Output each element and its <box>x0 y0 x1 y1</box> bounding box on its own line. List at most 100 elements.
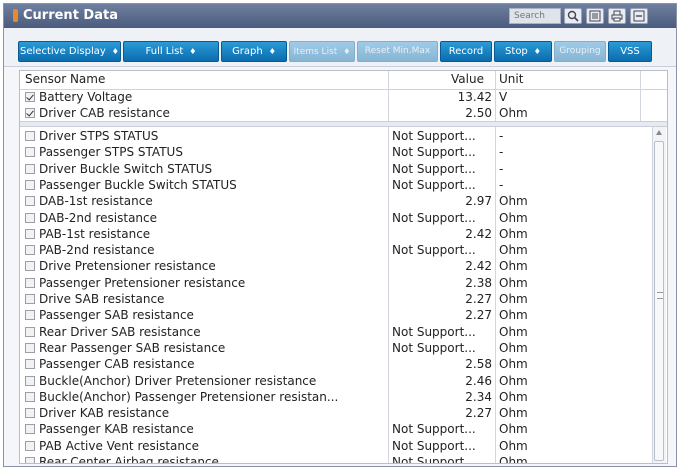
sensor-unit: Ohm <box>499 406 528 421</box>
row-checkbox[interactable] <box>25 457 35 463</box>
table-row[interactable]: Rear Center Airbag resistance Not Support… <box>20 454 653 464</box>
table-row[interactable]: Driver Buckle Switch STATUS Not Support..… <box>20 161 653 177</box>
row-checkbox[interactable] <box>25 131 35 141</box>
sensor-value: 2.50 <box>465 106 492 121</box>
sensor-name: Passenger Buckle Switch STATUS <box>39 177 237 192</box>
table-row[interactable]: Passenger Pretensioner resistance 2.38 Ohm <box>20 275 653 291</box>
print-icon[interactable] <box>608 8 626 24</box>
row-checkbox[interactable] <box>25 163 35 174</box>
sensor-name: Rear Center Airbag resistance <box>39 455 219 464</box>
sensor-unit: Ohm <box>499 243 528 258</box>
scrollbar-thumb[interactable] <box>654 141 664 461</box>
row-checkbox[interactable] <box>25 277 35 288</box>
row-checkbox[interactable] <box>25 310 35 321</box>
table-row[interactable]: DAB-1st resistance 2.97 Ohm <box>20 193 653 209</box>
sensor-name: PAB Active Vent resistance <box>39 438 199 453</box>
toolbar: Selective Display ♦ Full List ♦ Graph ♦ Ite… <box>4 28 676 67</box>
sensor-name: Buckle(Anchor) Driver Pretensioner resis… <box>39 373 317 388</box>
sensor-data-table: Sensor Name Value Unit Battery Voltage 13… <box>19 70 668 464</box>
list-view-icon[interactable] <box>586 8 604 24</box>
selective-display-button[interactable]: Selective Display ♦ <box>18 41 121 62</box>
table-row[interactable]: Rear Passenger SAB resistance Not Support… <box>20 340 653 356</box>
button-label: Full List <box>145 46 184 57</box>
row-checkbox[interactable] <box>25 212 35 223</box>
row-checkbox[interactable] <box>25 92 35 102</box>
minimize-icon[interactable] <box>630 8 648 24</box>
graph-button[interactable]: Graph ♦ <box>221 41 287 62</box>
table-row[interactable]: DAB-2nd resistance Not Support... Ohm <box>20 210 653 226</box>
sensor-unit: - <box>499 161 504 176</box>
sensor-unit: Ohm <box>499 389 528 404</box>
sensor-unit: Ohm <box>499 324 528 339</box>
sensor-unit: Ohm <box>499 357 528 372</box>
title-bar: Current Data <box>4 4 676 28</box>
items-list-button[interactable]: Items List ♦ <box>289 41 355 62</box>
vertical-scrollbar[interactable] <box>652 127 666 463</box>
sensor-value: 2.27 <box>465 406 492 421</box>
table-row[interactable]: Battery Voltage 13.42 V <box>20 89 667 105</box>
sensor-value: 2.97 <box>465 194 492 209</box>
button-label: Graph <box>232 46 263 57</box>
full-list-button[interactable]: Full List ♦ <box>123 41 219 62</box>
table-row[interactable]: Driver KAB resistance 2.27 Ohm <box>20 405 653 421</box>
table-row[interactable]: Passenger SAB resistance 2.27 Ohm <box>20 307 653 323</box>
row-checkbox[interactable] <box>25 179 35 190</box>
table-row[interactable]: Passenger CAB resistance 2.58 Ohm <box>20 356 653 372</box>
sensor-unit: - <box>499 145 504 160</box>
row-checkbox[interactable] <box>25 147 35 158</box>
grip-icon <box>657 292 663 299</box>
button-label: Selective Display <box>20 46 106 57</box>
table-row[interactable]: Drive SAB resistance 2.27 Ohm <box>20 291 653 307</box>
scroll-up-arrow-icon[interactable] <box>656 130 662 135</box>
reset-min-max-button[interactable]: Reset Min.Max <box>357 41 438 62</box>
dropdown-caret-icon: ♦ <box>189 47 197 56</box>
row-checkbox[interactable] <box>25 440 35 451</box>
table-row[interactable]: Passenger Buckle Switch STATUS Not Suppor… <box>20 177 653 193</box>
table-row[interactable]: PAB-2nd resistance Not Support... Ohm <box>20 242 653 258</box>
button-label: Reset Min.Max <box>364 46 431 56</box>
search-icon[interactable] <box>564 8 582 24</box>
current-data-window: Current Data Selective Display ♦ Full Lis… <box>3 3 677 467</box>
table-row[interactable]: Passenger STPS STATUS Not Support... - <box>20 144 653 160</box>
column-header-value[interactable]: Value <box>451 72 484 86</box>
sensor-name: Drive Pretensioner resistance <box>39 259 216 274</box>
search-input[interactable] <box>509 8 561 24</box>
sensor-value: Not Support... <box>392 438 476 453</box>
button-label: Grouping <box>559 46 601 56</box>
row-checkbox[interactable] <box>25 245 35 256</box>
table-row[interactable]: Buckle(Anchor) Driver Pretensioner resis… <box>20 373 653 389</box>
table-row[interactable]: PAB-1st resistance 2.42 Ohm <box>20 226 653 242</box>
row-checkbox[interactable] <box>25 196 35 207</box>
sensor-value: Not Support... <box>392 129 476 143</box>
row-checkbox[interactable] <box>25 391 35 402</box>
record-button[interactable]: Record <box>440 41 492 62</box>
table-row[interactable]: Passenger KAB resistance Not Support... Oh… <box>20 421 653 437</box>
grouping-button[interactable]: Grouping <box>554 41 606 62</box>
table-row[interactable]: PAB Active Vent resistance Not Support...… <box>20 438 653 454</box>
fixed-rows-separator <box>20 121 667 127</box>
dropdown-caret-icon: ♦ <box>111 47 119 56</box>
row-checkbox[interactable] <box>25 326 35 337</box>
vss-button[interactable]: VSS <box>608 41 652 62</box>
row-checkbox[interactable] <box>25 108 35 119</box>
column-header-unit[interactable]: Unit <box>499 72 523 86</box>
row-checkbox[interactable] <box>25 424 35 435</box>
table-row[interactable]: Driver CAB resistance 2.50 Ohm <box>20 105 667 121</box>
row-checkbox[interactable] <box>25 408 35 419</box>
row-checkbox[interactable] <box>25 359 35 370</box>
row-checkbox[interactable] <box>25 342 35 353</box>
row-checkbox[interactable] <box>25 294 35 304</box>
table-row[interactable]: Driver STPS STATUS Not Support... - <box>20 128 653 144</box>
table-row[interactable]: Buckle(Anchor) Passenger Pretensioner re… <box>20 389 653 405</box>
sensor-name: Passenger Pretensioner resistance <box>39 275 246 290</box>
sensor-value: Not Support... <box>392 177 476 192</box>
row-checkbox[interactable] <box>25 261 35 272</box>
row-checkbox[interactable] <box>25 228 35 239</box>
table-row[interactable]: Drive Pretensioner resistance 2.42 Ohm <box>20 258 653 274</box>
row-checkbox[interactable] <box>25 375 35 386</box>
table-row[interactable]: Rear Driver SAB resistance Not Support...… <box>20 324 653 340</box>
column-header-sensor-name[interactable]: Sensor Name <box>25 72 105 86</box>
sensor-unit: Ohm <box>499 194 528 209</box>
sensor-name: DAB-2nd resistance <box>39 210 158 225</box>
stop-button[interactable]: Stop ♦ <box>494 41 552 62</box>
